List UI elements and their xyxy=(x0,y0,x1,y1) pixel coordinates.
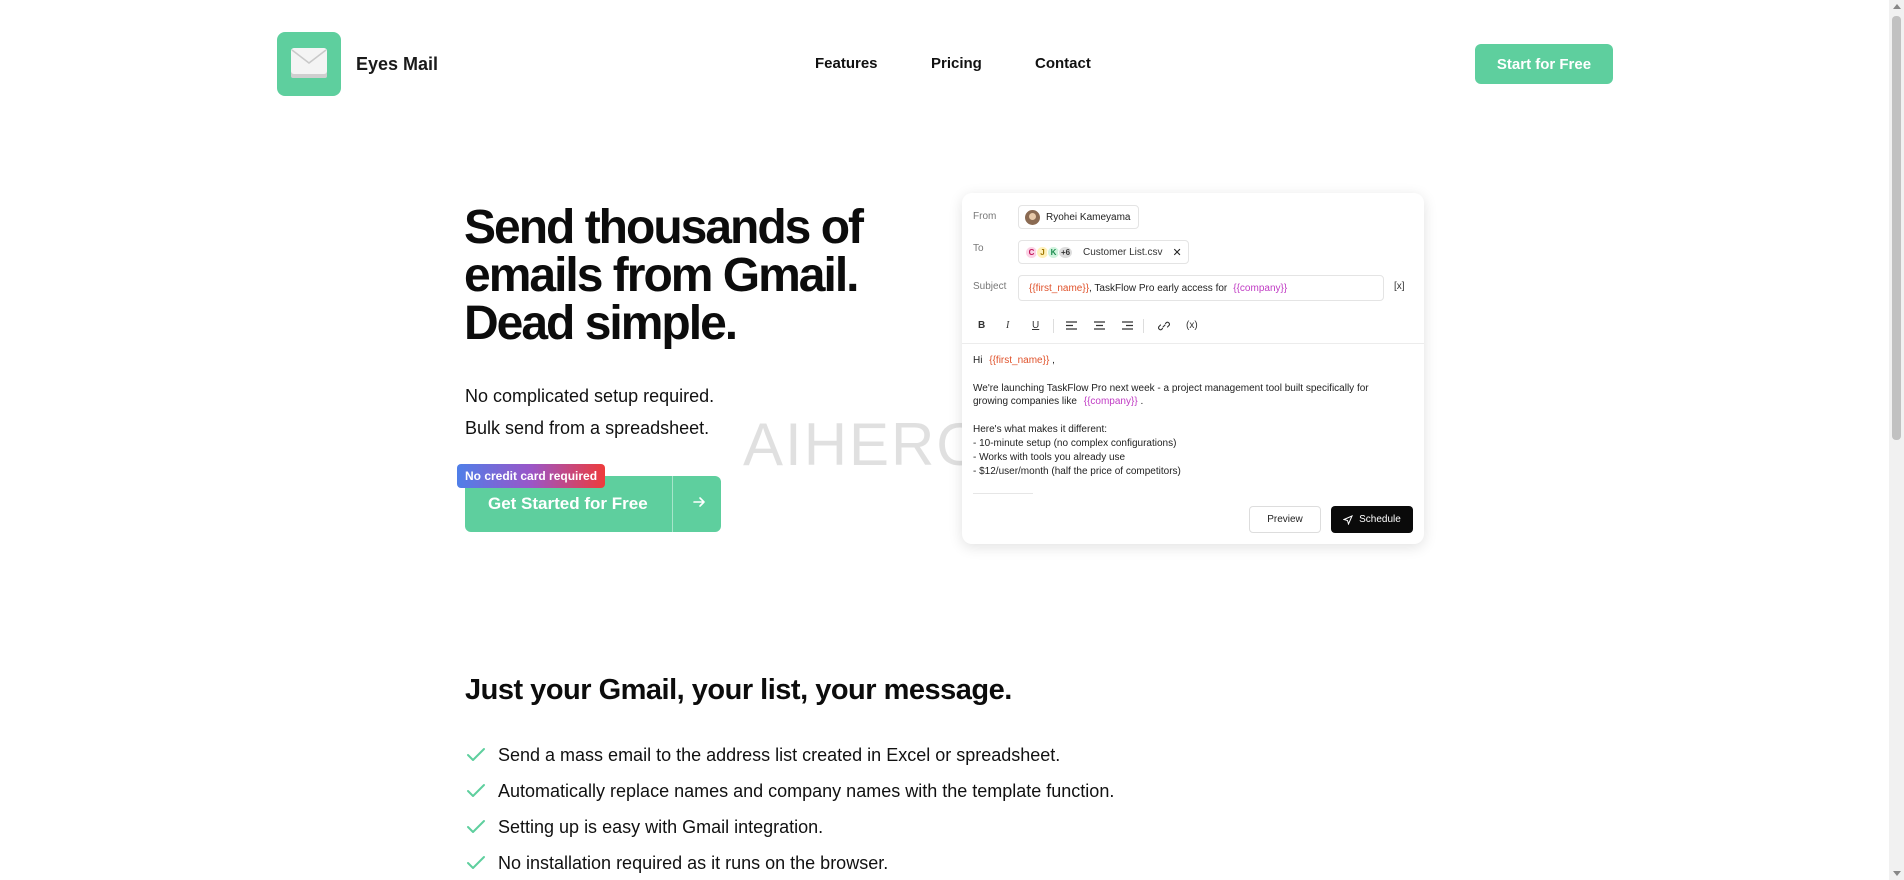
scroll-up-arrow-icon[interactable] xyxy=(1893,4,1901,9)
subject-label: Subject xyxy=(973,281,1007,292)
brand-name[interactable]: Eyes Mail xyxy=(356,54,438,75)
template-variable: {{first_name}} xyxy=(1029,282,1090,294)
body-text: . xyxy=(1140,396,1144,407)
body-line: growing companies like {{company}} . xyxy=(973,396,1143,407)
send-icon xyxy=(1343,514,1354,525)
to-label: To xyxy=(973,243,984,254)
body-list-item: - 10-minute setup (no complex configurat… xyxy=(973,438,1177,449)
toolbar-divider xyxy=(1143,319,1144,333)
email-composer-preview: From Ryohei Kameyama To C J K +6 Custome… xyxy=(962,193,1424,544)
schedule-button[interactable]: Schedule xyxy=(1331,506,1413,533)
subject-text: , TaskFlow Pro early access for xyxy=(1089,282,1228,294)
nav-features[interactable]: Features xyxy=(815,55,878,72)
close-icon[interactable]: ✕ xyxy=(1172,246,1181,259)
recipient-file-name: Customer List.csv xyxy=(1083,246,1163,258)
brand-logo[interactable] xyxy=(277,32,341,96)
hero-subtitle: Bulk send from a spreadsheet. xyxy=(465,418,710,438)
scroll-down-arrow-icon[interactable] xyxy=(1893,871,1901,876)
feature-text: Automatically replace names and company … xyxy=(498,780,1115,801)
hero-title: Send thousands of emails from Gmail. Dea… xyxy=(464,204,944,348)
link-icon[interactable] xyxy=(1158,320,1170,332)
envelope-icon xyxy=(291,48,327,78)
body-list-item: - Works with tools you already use xyxy=(973,452,1126,463)
preview-button[interactable]: Preview xyxy=(1249,506,1321,533)
avatar xyxy=(1025,209,1040,225)
feature-item: No installation required as it runs on t… xyxy=(466,851,888,875)
greeting-text: Hi xyxy=(973,355,983,366)
template-variable: {{company}} xyxy=(1233,282,1288,294)
feature-item: Setting up is easy with Gmail integratio… xyxy=(466,815,823,839)
from-name: Ryohei Kameyama xyxy=(1046,211,1131,223)
body-line: Here's what makes it different: xyxy=(973,424,1108,435)
body-line: We're launching TaskFlow Pro next week -… xyxy=(973,383,1369,394)
body-greeting: Hi {{first_name}} , xyxy=(973,355,1055,366)
insert-variable-button[interactable]: (x) xyxy=(1186,320,1198,331)
body-list-item: - $12/user/month (half the price of comp… xyxy=(973,466,1181,477)
subject-input[interactable]: {{first_name}} , TaskFlow Pro early acce… xyxy=(1018,275,1384,301)
vertical-scrollbar[interactable] xyxy=(1889,0,1904,880)
check-icon xyxy=(467,820,485,833)
check-icon xyxy=(467,748,485,761)
section-title: Just your Gmail, your list, your message… xyxy=(465,674,1012,706)
from-chip[interactable]: Ryohei Kameyama xyxy=(1018,205,1140,229)
from-label: From xyxy=(973,211,997,222)
hero-title-line: emails from Gmail. xyxy=(464,249,860,302)
greeting-end: , xyxy=(1052,355,1055,366)
italic-button[interactable]: I xyxy=(1006,320,1009,331)
recipients-chip[interactable]: C J K +6 Customer List.csv ✕ xyxy=(1018,240,1189,264)
feature-text: Send a mass email to the address list cr… xyxy=(498,744,1061,765)
body-text: growing companies like xyxy=(973,396,1077,407)
nav-contact[interactable]: Contact xyxy=(1035,55,1091,72)
start-for-free-button[interactable]: Start for Free xyxy=(1475,44,1613,84)
get-started-label: Get Started for Free xyxy=(488,494,648,513)
template-variable: {{first_name}} xyxy=(989,355,1050,366)
feature-text: No installation required as it runs on t… xyxy=(498,852,889,873)
nav-pricing[interactable]: Pricing xyxy=(931,55,982,72)
feature-item: Send a mass email to the address list cr… xyxy=(466,743,1060,767)
toolbar-divider xyxy=(1053,319,1054,333)
hero-subtitle: No complicated setup required. xyxy=(465,386,715,406)
hero-title-line: Dead simple. xyxy=(464,297,738,350)
no-credit-card-badge: No credit card required xyxy=(457,464,606,488)
left-align-icon[interactable] xyxy=(1066,321,1077,330)
arrow-right-icon xyxy=(693,497,705,507)
template-variable: {{company}} xyxy=(1083,396,1138,407)
hero-title-line: Send thousands of xyxy=(464,201,864,254)
check-icon xyxy=(467,856,485,869)
center-align-icon[interactable] xyxy=(1094,321,1105,330)
recipient-more-count: +6 xyxy=(1058,245,1073,259)
button-divider xyxy=(672,476,673,532)
bold-button[interactable]: B xyxy=(978,320,985,331)
underline-button[interactable]: U xyxy=(1032,320,1039,331)
right-align-icon[interactable] xyxy=(1122,321,1133,330)
insert-variable-button[interactable]: [x] xyxy=(1394,281,1405,292)
scrollbar-thumb[interactable] xyxy=(1892,16,1901,440)
feature-item: Automatically replace names and company … xyxy=(466,779,1114,803)
body-fade-line xyxy=(973,493,1033,494)
check-icon xyxy=(467,784,485,797)
feature-text: Setting up is easy with Gmail integratio… xyxy=(498,816,824,837)
formatting-toolbar: B I U (x) xyxy=(962,308,1424,344)
schedule-label: Schedule xyxy=(1359,514,1401,525)
